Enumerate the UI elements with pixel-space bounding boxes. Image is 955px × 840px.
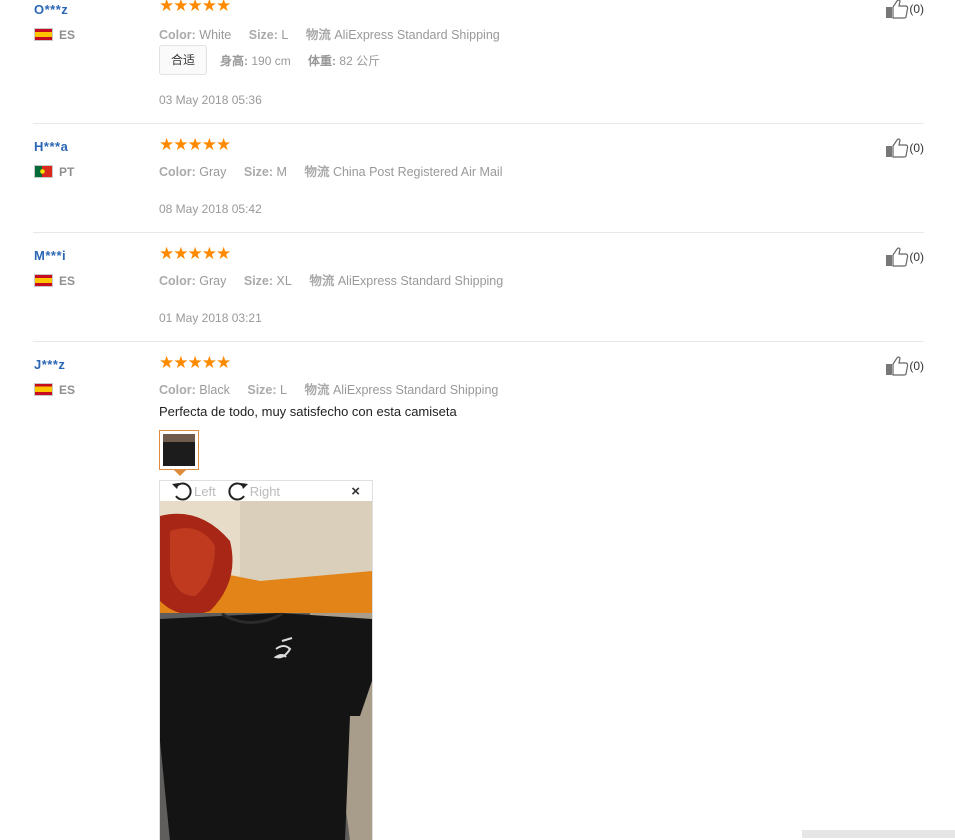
rotate-left-icon: [172, 482, 192, 501]
shipping-value: AliExpress Standard Shipping: [337, 274, 504, 288]
rotate-right-button[interactable]: Right: [227, 481, 280, 501]
photo-viewer-toolbar: Left Right ×: [160, 481, 372, 501]
weight-value: 82 公斤: [339, 54, 381, 68]
helpful-count: (0): [909, 250, 924, 264]
rotate-left-button[interactable]: Left: [171, 481, 216, 501]
review-comment: Perfecta de todo, muy satisfecho con est…: [159, 404, 457, 419]
flag-spain-icon: [34, 28, 53, 41]
thumbs-up-icon: [886, 247, 909, 267]
color-label: Color:: [159, 383, 196, 397]
review-item: H***a PT ★★★★★ Color: Gray Size: M 物流 Ch…: [33, 135, 924, 232]
size-value: L: [280, 383, 287, 397]
review-date: 01 May 2018 03:21: [159, 311, 262, 325]
review-photo: [160, 501, 372, 840]
color-value: White: [199, 28, 232, 42]
helpful-count: (0): [909, 359, 924, 373]
weight-label: 体重:: [308, 54, 337, 68]
thumbs-up-icon: [886, 138, 909, 158]
thumbnail-image: [163, 434, 195, 466]
size-value: M: [276, 165, 287, 179]
review-item: O***z ES ★★★★★ Color: White Size: L 物流 A…: [33, 0, 924, 123]
fit-tag: 合适: [159, 45, 208, 75]
color-value: Gray: [199, 165, 227, 179]
review-item: J***z ES ★★★★★ Color: Black Size: L 物流 A…: [33, 353, 924, 840]
height-label: 身高:: [220, 54, 248, 68]
review-date: 03 May 2018 05:36: [159, 93, 262, 107]
flag-spain-icon: [34, 274, 53, 287]
review-item: M***i ES ★★★★★ Color: Gray Size: XL 物流 A…: [33, 244, 924, 341]
height-value: 190 cm: [251, 54, 291, 68]
helpful-button[interactable]: (0): [885, 356, 924, 376]
photo-viewer: Left Right ×: [159, 480, 373, 840]
size-value: XL: [276, 274, 292, 288]
reviewer-country: PT: [59, 165, 75, 179]
shipping-value: China Post Registered Air Mail: [332, 165, 503, 179]
review-photo-thumbnail[interactable]: [159, 430, 199, 470]
horizontal-scrollbar[interactable]: [802, 830, 955, 838]
helpful-button[interactable]: (0): [885, 0, 924, 19]
rotate-right-icon: [228, 482, 248, 501]
review-date: 08 May 2018 05:42: [159, 202, 262, 216]
reviewer-country: ES: [59, 274, 76, 288]
rotate-right-label: Right: [249, 483, 281, 499]
flag-portugal-icon: [34, 165, 53, 178]
order-attributes: Color: Gray Size: XL 物流 AliExpress Stand…: [159, 270, 503, 289]
star-rating: ★★★★★: [159, 353, 231, 372]
reviewer-name[interactable]: M***i: [34, 248, 66, 263]
size-label: Size:: [248, 28, 278, 42]
star-rating: ★★★★★: [159, 0, 231, 15]
helpful-count: (0): [909, 141, 924, 155]
review-divider: [33, 341, 924, 342]
shipping-value: AliExpress Standard Shipping: [334, 28, 500, 42]
size-value: L: [281, 28, 289, 42]
shipping-label: 物流: [305, 28, 331, 42]
reviewer-country: ES: [59, 28, 76, 42]
shipping-label: 物流: [309, 274, 335, 288]
review-divider: [33, 232, 924, 233]
helpful-button[interactable]: (0): [885, 138, 924, 158]
shipping-label: 物流: [304, 165, 330, 179]
close-icon[interactable]: ×: [351, 483, 360, 500]
color-label: Color:: [159, 274, 196, 288]
order-attributes: Color: White Size: L 物流 AliExpress Stand…: [159, 24, 500, 43]
shipping-value: AliExpress Standard Shipping: [332, 383, 499, 397]
reviewer-name[interactable]: O***z: [34, 2, 68, 17]
helpful-count: (0): [909, 2, 924, 16]
size-label: Size:: [243, 274, 274, 288]
thumbs-up-icon: [886, 356, 909, 376]
size-label: Size:: [247, 383, 277, 397]
thumbnail-pointer: [174, 470, 186, 476]
color-label: Color:: [159, 28, 196, 42]
star-rating: ★★★★★: [159, 244, 231, 263]
order-attributes: Color: Black Size: L 物流 AliExpress Stand…: [159, 379, 498, 398]
flag-spain-icon: [34, 383, 53, 396]
helpful-button[interactable]: (0): [885, 247, 924, 267]
review-divider: [33, 123, 924, 124]
color-value: Gray: [199, 274, 227, 288]
reviewer-name[interactable]: H***a: [34, 139, 68, 154]
order-attributes: Color: Gray Size: M 物流 China Post Regist…: [159, 161, 502, 180]
rotate-left-label: Left: [194, 483, 216, 499]
color-value: Black: [199, 383, 230, 397]
size-label: Size:: [243, 165, 274, 179]
shipping-label: 物流: [304, 383, 330, 397]
color-label: Color:: [159, 165, 196, 179]
reviewer-country: ES: [59, 383, 76, 397]
body-measurements: 身高: 190 cm 体重: 82 公斤: [220, 52, 380, 69]
thumbs-up-icon: [886, 0, 909, 19]
star-rating: ★★★★★: [159, 135, 231, 154]
reviewer-name[interactable]: J***z: [34, 357, 65, 372]
